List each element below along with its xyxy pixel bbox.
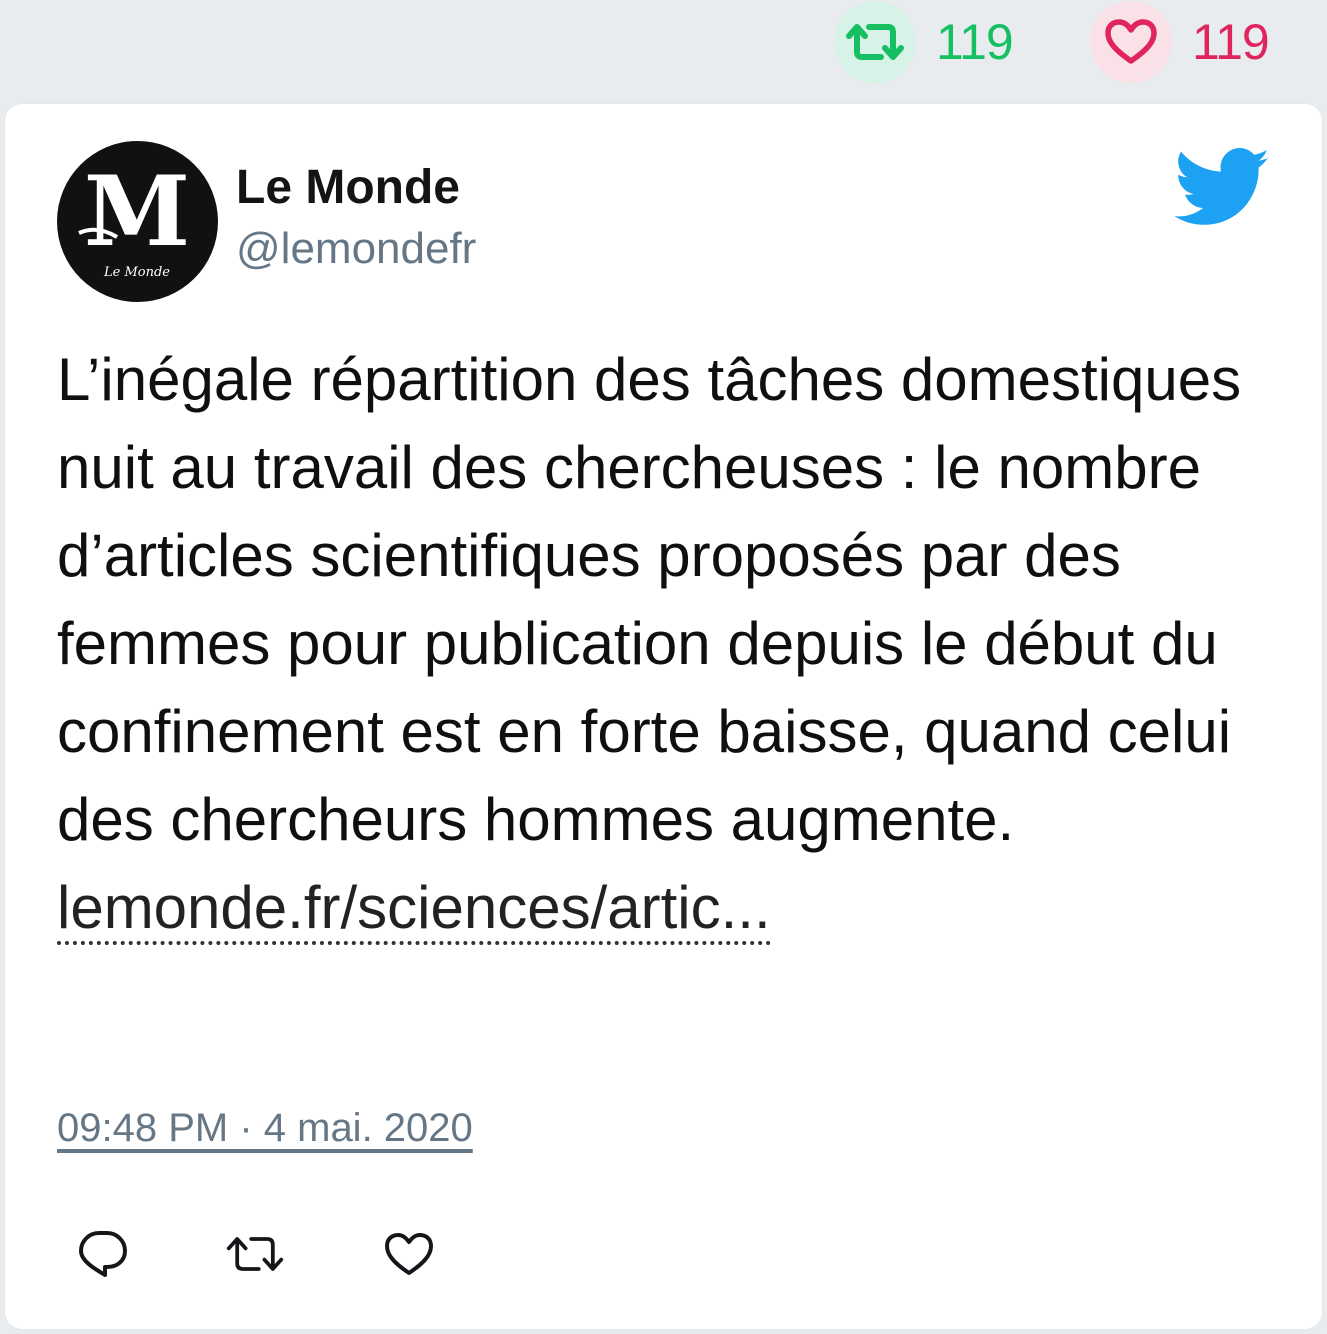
tweet-card: M Le Monde Le Monde @lemondefr L’inégale… — [4, 103, 1323, 1330]
reply-icon[interactable] — [73, 1224, 133, 1284]
heart-icon[interactable] — [1090, 1, 1172, 83]
author-name[interactable]: Le Monde — [236, 160, 460, 215]
tweet-timestamp[interactable]: 09:48 PM · 4 mai. 2020 — [57, 1106, 473, 1151]
article-link[interactable]: lemonde.fr/sciences/artic... — [57, 874, 771, 945]
twitter-bird-icon[interactable] — [1174, 148, 1271, 228]
retweet-icon[interactable] — [225, 1224, 285, 1284]
retweet-icon[interactable] — [834, 1, 916, 83]
le-monde-logo: M Le Monde — [78, 155, 190, 280]
tweet-text: L’inégale répartition des tâches domesti… — [57, 336, 1287, 952]
author-handle[interactable]: @lemondefr — [236, 224, 476, 274]
retweet-stat[interactable]: 119 — [834, 0, 1014, 84]
heart-icon[interactable] — [379, 1224, 439, 1284]
tweet-body: L’inégale répartition des tâches domesti… — [57, 346, 1242, 853]
retweet-count: 119 — [936, 14, 1014, 70]
avatar[interactable]: M Le Monde — [57, 141, 218, 302]
like-stat[interactable]: 119 — [1090, 0, 1270, 84]
top-stats-bar: 119 119 — [0, 0, 1327, 100]
svg-text:Le Monde: Le Monde — [103, 265, 170, 280]
svg-text:M: M — [84, 155, 190, 268]
like-count: 119 — [1192, 14, 1270, 70]
